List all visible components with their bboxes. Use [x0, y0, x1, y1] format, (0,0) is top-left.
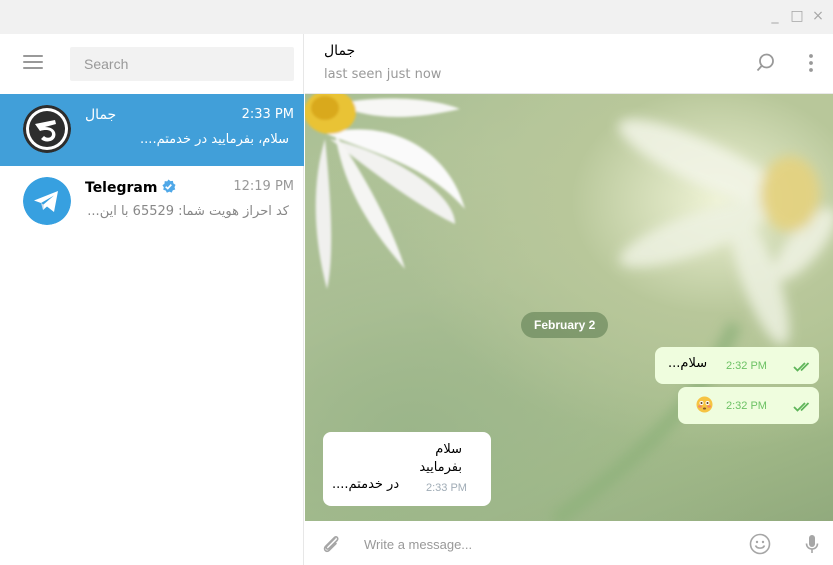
message-text: سلام بفرمایید: [419, 441, 462, 477]
telegram-logo-avatar: [23, 177, 71, 225]
message-time: 2:32 PM: [726, 360, 767, 372]
close-button[interactable]: ×: [809, 6, 827, 26]
chat-name: جمال: [85, 107, 117, 123]
outgoing-message[interactable]: 2:32 PM: [678, 387, 819, 424]
search-icon[interactable]: [753, 51, 777, 75]
chat-name-row: Telegram: [85, 179, 176, 198]
microphone-icon[interactable]: [800, 532, 824, 556]
chat-name: Telegram: [85, 180, 158, 196]
chat-preview: کد احراز هویت شما: 65529 با این...: [87, 204, 289, 219]
peer-name[interactable]: جمال: [324, 43, 355, 59]
chat-item-jamal[interactable]: جمال 2:33 PM سلام، بفرمایید در خدمتم....: [0, 94, 304, 166]
chat-time: 2:33 PM: [241, 107, 294, 122]
search-input[interactable]: [70, 47, 294, 81]
message-text: سلام...: [668, 356, 708, 371]
date-separator: February 2: [521, 312, 609, 338]
outgoing-message[interactable]: سلام... 2:32 PM: [655, 347, 819, 384]
message-time: 2:32 PM: [726, 400, 767, 412]
message-line: در خدمتم....: [332, 477, 400, 492]
avatar: [23, 105, 71, 153]
peer-status: last seen just now: [324, 67, 442, 82]
message-time: 2:33 PM: [426, 482, 467, 494]
flushed-face-emoji-icon: [696, 396, 713, 413]
incoming-message[interactable]: سلام بفرمایید در خدمتم.... 2:33 PM: [323, 432, 491, 506]
minimize-button[interactable]: _: [766, 6, 784, 26]
message-composer: [305, 521, 833, 565]
chat-list-sidebar: جمال 2:33 PM سلام، بفرمایید در خدمتم....…: [0, 34, 304, 565]
more-vertical-icon[interactable]: [799, 51, 823, 75]
maximize-button[interactable]: □: [788, 6, 806, 26]
menu-icon[interactable]: [23, 54, 45, 70]
chat-preview: سلام، بفرمایید در خدمتم....: [140, 132, 289, 147]
chat-header: جمال last seen just now: [305, 34, 833, 94]
double-check-icon: [793, 402, 810, 412]
chat-wallpaper: February 2 سلام... 2:32 PM 2:32 PM سلام …: [305, 94, 833, 521]
window-titlebar: _ □ ×: [0, 0, 833, 34]
message-line: سلام: [435, 442, 462, 457]
message-line: بفرمایید: [419, 460, 462, 475]
chat-item-telegram[interactable]: Telegram 12:19 PM کد احراز هویت شما: 655…: [0, 166, 304, 238]
verified-icon: [161, 179, 176, 198]
double-check-icon: [793, 362, 810, 372]
chat-time: 12:19 PM: [233, 179, 294, 194]
attach-icon[interactable]: [319, 532, 343, 556]
message-input[interactable]: [362, 531, 746, 557]
emoji-icon[interactable]: [748, 532, 772, 556]
